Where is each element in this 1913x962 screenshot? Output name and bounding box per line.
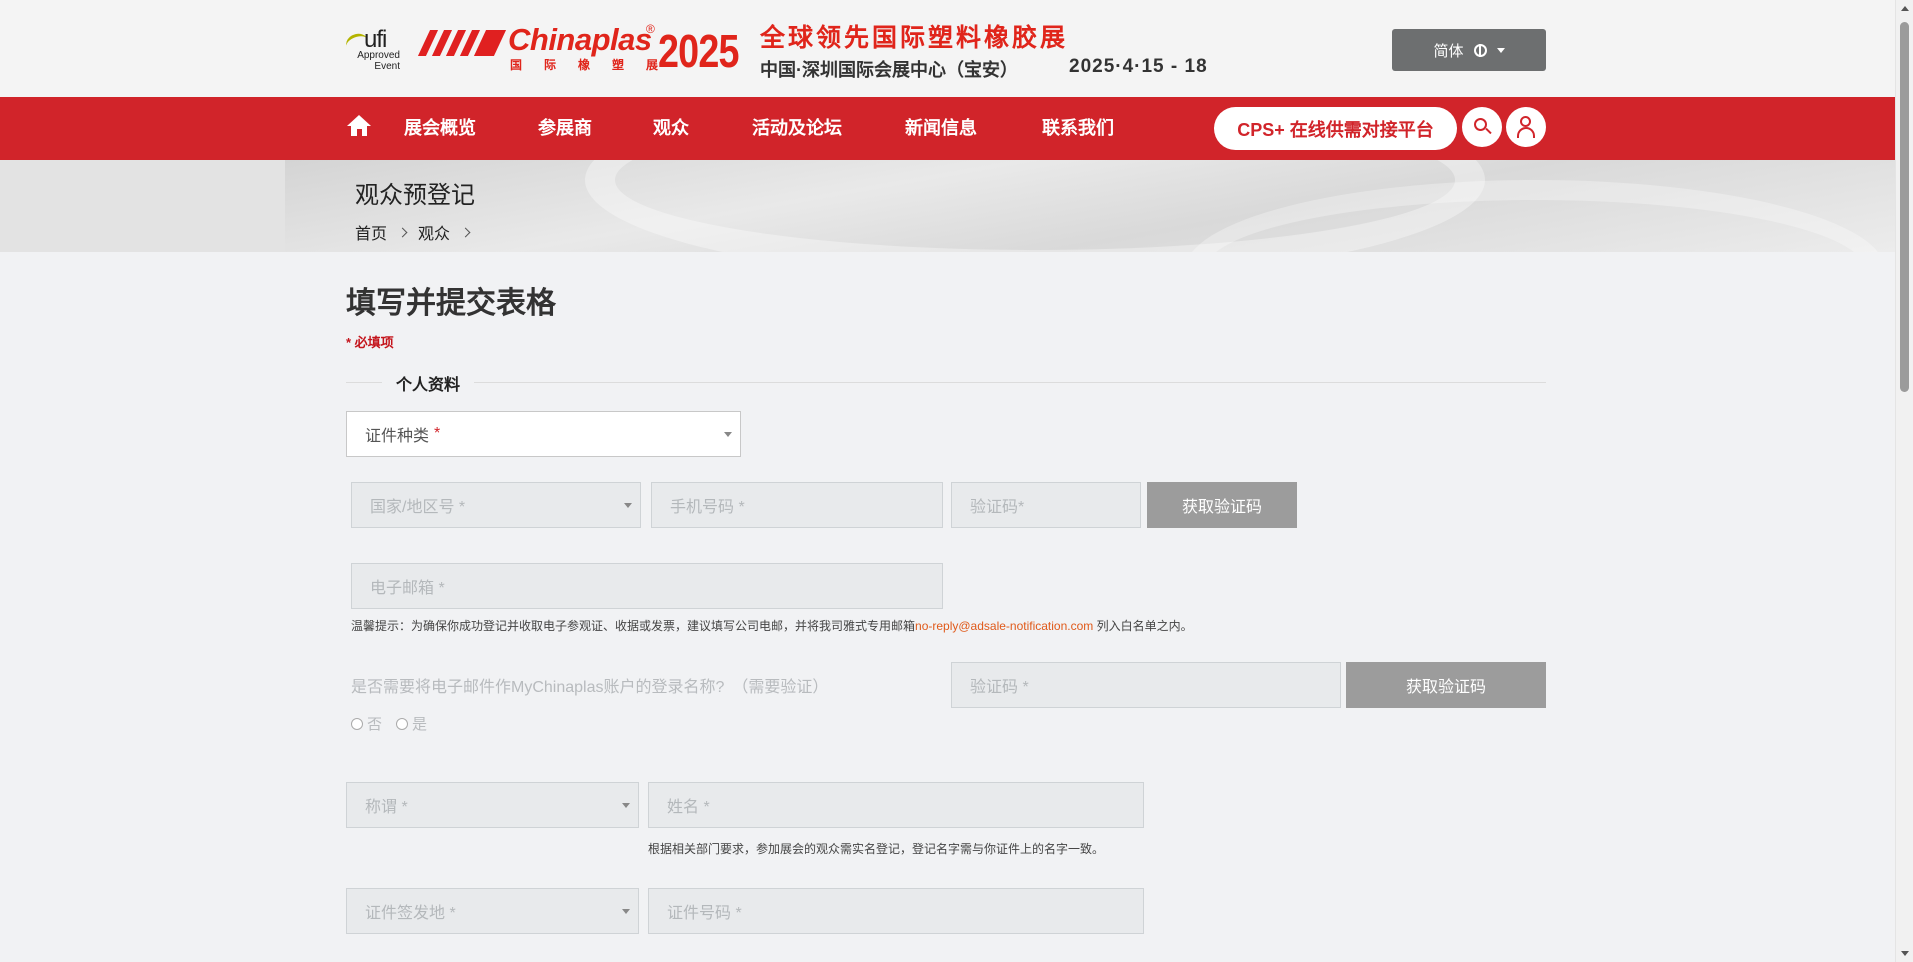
- id-issue-place-placeholder: 证件签发地 *: [365, 905, 456, 922]
- nav-item-contact[interactable]: 联系我们: [1042, 97, 1114, 160]
- chevron-down-icon: [624, 503, 632, 508]
- name-hint: 根据相关部门要求，参加展会的观众需实名登记，登记名字需与你证件上的名字一致。: [648, 842, 1105, 856]
- radio-circle[interactable]: [396, 717, 409, 730]
- chevron-down-icon: [724, 432, 732, 437]
- vertical-scrollbar[interactable]: [1895, 0, 1913, 962]
- chinaplas-logo[interactable]: Chinaplas ® 2025 国际橡塑展: [417, 22, 745, 77]
- id-number-input[interactable]: 证件号码 *: [648, 888, 1144, 934]
- name-placeholder: 姓名 *: [667, 799, 710, 816]
- ufi-approved-text: Approved Event: [357, 50, 400, 72]
- top-header: ufi Approved Event Chinaplas ® 2025 国际橡塑…: [0, 0, 1895, 97]
- language-label: 简体: [1433, 42, 1464, 60]
- login-name-radio-group: 否 是: [351, 713, 427, 734]
- section-divider: [346, 382, 1546, 383]
- mobile-input[interactable]: 手机号码 *: [651, 482, 943, 528]
- logo-cn-name: 国际橡塑展: [510, 58, 681, 72]
- header-dates: 2025·4·15 - 18: [1069, 56, 1208, 77]
- salutation-placeholder: 称谓 *: [365, 799, 408, 816]
- id-type-label: 证件种类: [365, 428, 430, 445]
- breadcrumb-visitors[interactable]: 观众: [418, 220, 450, 244]
- home-icon[interactable]: [347, 115, 371, 137]
- chevron-right-icon: [460, 227, 471, 237]
- header-venue: 中国·深圳国际会展中心（宝安）: [760, 60, 1018, 80]
- form-title: 填写并提交表格: [346, 287, 556, 320]
- email-placeholder: 电子邮箱 *: [370, 580, 445, 597]
- id-type-select[interactable]: 证件种类 *: [346, 411, 741, 457]
- page-banner: [0, 160, 1895, 252]
- salutation-select[interactable]: 称谓 *: [346, 782, 639, 828]
- email-hint: 温馨提示：为确保你成功登记并收取电子参观证、收据或发票，建议填写公司电邮，并将我…: [351, 617, 1193, 634]
- chevron-down-icon: [622, 803, 630, 808]
- search-button[interactable]: [1462, 107, 1502, 147]
- get-sms-code-button[interactable]: 获取验证码: [1147, 482, 1297, 528]
- login-name-question: 是否需要将电子邮件作MyChinaplas账户的登录名称? （需要验证）: [351, 679, 829, 696]
- page: ufi Approved Event Chinaplas ® 2025 国际橡塑…: [0, 0, 1895, 962]
- required-note: * 必填项: [346, 335, 394, 350]
- radio-no[interactable]: 否: [351, 713, 382, 734]
- mobile-placeholder: 手机号码 *: [670, 499, 745, 516]
- user-button[interactable]: [1506, 107, 1546, 147]
- id-number-placeholder: 证件号码 *: [667, 905, 742, 922]
- email-hint-text: 温馨提示：为确保你成功登记并收取电子参观证、收据或发票，建议填写公司电邮，并将我…: [351, 619, 916, 633]
- nav-item-exhibitors[interactable]: 参展商: [538, 97, 592, 160]
- email-code-placeholder: 验证码 *: [970, 679, 1029, 696]
- scrollbar-thumb[interactable]: [1900, 22, 1909, 392]
- sms-code-placeholder: 验证码*: [970, 499, 1025, 516]
- header-tagline: 全球领先国际塑料橡胶展: [760, 24, 1069, 52]
- get-email-code-button[interactable]: 获取验证码: [1346, 662, 1546, 708]
- email-code-input[interactable]: 验证码 *: [951, 662, 1341, 708]
- nav-item-events[interactable]: 活动及论坛: [752, 97, 842, 160]
- page-title: 观众预登记: [355, 182, 475, 209]
- cps-platform-button[interactable]: CPS+ 在线供需对接平台: [1214, 107, 1457, 150]
- whitelist-email-link[interactable]: no-reply@adsale-notification.com: [915, 619, 1093, 633]
- breadcrumb-home[interactable]: 首页: [355, 220, 387, 244]
- radio-yes-label: 是: [412, 716, 428, 733]
- scroll-up-icon[interactable]: [1901, 6, 1909, 11]
- email-hint-suffix: 列入白名单之内。: [1093, 619, 1193, 633]
- chevron-right-icon: [397, 227, 408, 237]
- nav-item-visitors[interactable]: 观众: [653, 97, 689, 160]
- radio-yes[interactable]: 是: [396, 713, 427, 734]
- user-icon: [1520, 116, 1531, 127]
- nav-item-news[interactable]: 新闻信息: [905, 97, 977, 160]
- scroll-down-icon[interactable]: [1901, 951, 1909, 956]
- language-selector[interactable]: 简体: [1392, 29, 1546, 71]
- main-nav: 展会概览 参展商 观众 活动及论坛 新闻信息 联系我们 CPS+ 在线供需对接平…: [0, 97, 1895, 160]
- radio-circle[interactable]: [351, 717, 363, 730]
- ufi-logo: ufi Approved Event: [343, 26, 402, 74]
- section-label-personal: 个人资料: [382, 371, 475, 395]
- breadcrumb: 首页 观众: [355, 220, 471, 244]
- id-issue-place-select[interactable]: 证件签发地 *: [346, 888, 639, 934]
- chevron-down-icon: [622, 909, 630, 914]
- email-input[interactable]: 电子邮箱 *: [351, 563, 943, 609]
- banner-background: [285, 160, 1895, 252]
- name-input[interactable]: 姓名 *: [648, 782, 1144, 828]
- country-code-select[interactable]: 国家/地区号 *: [351, 482, 641, 528]
- logo-brand: Chinaplas: [508, 22, 652, 57]
- logo-registered-mark: ®: [646, 22, 655, 36]
- country-code-placeholder: 国家/地区号 *: [370, 499, 466, 516]
- sms-code-input[interactable]: 验证码*: [951, 482, 1141, 528]
- logo-stripes-icon: [417, 30, 507, 56]
- chevron-down-icon: [1496, 47, 1505, 53]
- globe-icon: [1473, 43, 1487, 57]
- radio-no-label: 否: [367, 716, 383, 733]
- required-star: *: [434, 425, 441, 442]
- nav-item-overview[interactable]: 展会概览: [404, 97, 476, 160]
